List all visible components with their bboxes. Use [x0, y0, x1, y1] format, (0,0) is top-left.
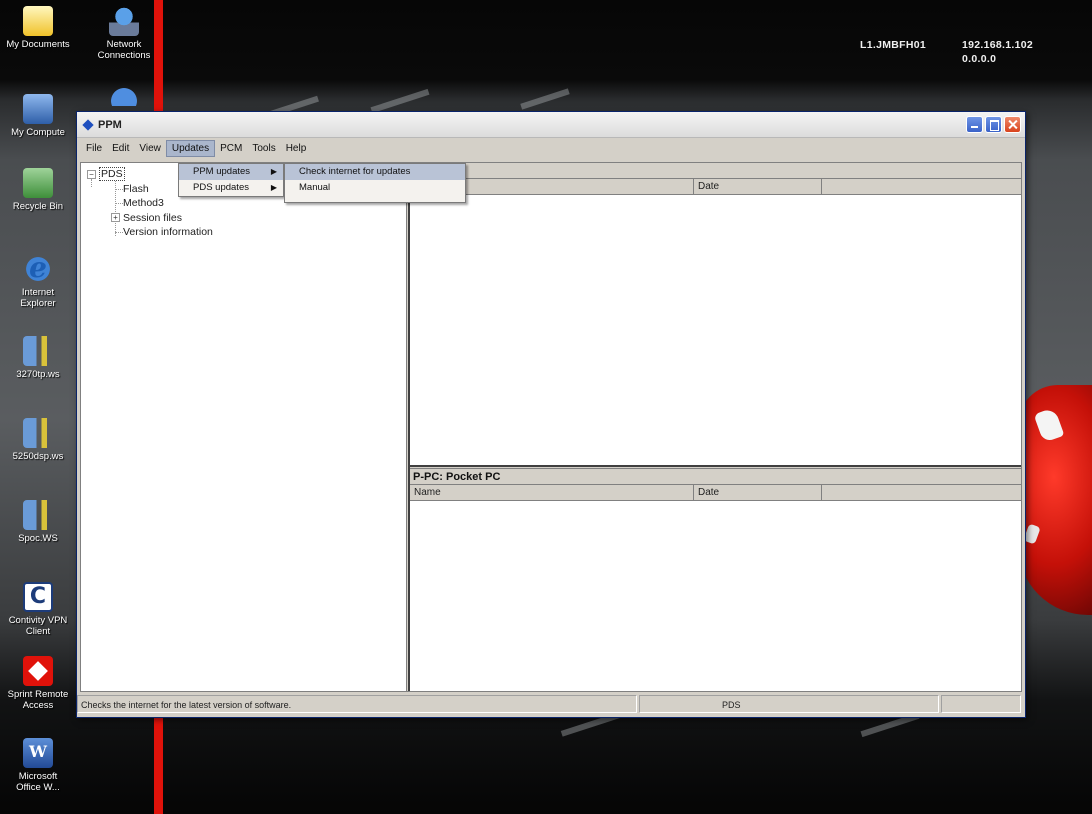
- bottom-panel-title: P-PC: Pocket PC: [410, 469, 1021, 485]
- menu-pcm[interactable]: PCM: [215, 141, 247, 156]
- menu-updates[interactable]: Updates: [165, 139, 216, 157]
- menu-item-label: PDS updates: [193, 182, 249, 193]
- app-icon: [81, 118, 95, 132]
- window-controls: [966, 116, 1025, 133]
- menu-bar: File Edit View Updates PCM Tools Help: [77, 138, 1025, 158]
- desktop-icon-label: My Documents: [6, 39, 70, 50]
- desktop-icon-contivity-vpn[interactable]: Contivity VPN Client: [0, 582, 76, 637]
- tree-node-method3[interactable]: Method3: [87, 196, 213, 211]
- desktop-icon-recycle-bin[interactable]: Recycle Bin: [0, 168, 76, 212]
- desktop-icon-label: Sprint Remote Access: [7, 689, 69, 711]
- bottom-column-headers: Name Date: [410, 485, 1021, 501]
- ppm-window: PPM File Edit View Updates PCM Tools Hel…: [76, 111, 1026, 718]
- desktop-icon-partial[interactable]: [86, 86, 162, 106]
- desktop-icon-microsoft-office-word[interactable]: Microsoft Office W...: [0, 738, 76, 793]
- vpn-client-icon: [23, 582, 53, 612]
- ip-address: 192.168.1.102 0.0.0.0: [962, 38, 1033, 66]
- right-pane: Date P-PC: Pocket PC Name Date: [410, 163, 1021, 691]
- top-panel-header: [410, 163, 1021, 179]
- desktop-icon-3270tp[interactable]: 3270tp.ws: [0, 336, 76, 380]
- minimize-icon[interactable]: [966, 116, 983, 133]
- shortcut-icon: [23, 500, 53, 530]
- internet-explorer-icon: [23, 251, 53, 284]
- status-extra: [941, 695, 1021, 713]
- status-bar: Checks the internet for the latest versi…: [77, 695, 1025, 715]
- collapse-icon[interactable]: −: [87, 169, 96, 179]
- updates-dropdown: PPM updates ▶ PDS updates ▶: [178, 163, 284, 197]
- close-icon[interactable]: [1004, 116, 1021, 133]
- desktop-icon-label: 5250dsp.ws: [12, 451, 64, 462]
- ip-mask: 0.0.0.0: [962, 53, 997, 65]
- top-column-headers: Date: [410, 179, 1021, 195]
- client-area: − PDS Flash Method3 + Session files Versio…: [80, 162, 1022, 692]
- desktop-icon-my-documents[interactable]: My Documents: [0, 6, 76, 50]
- status-mode: PDS: [639, 695, 939, 713]
- desktop-icon-network-connections[interactable]: Network Connections: [86, 6, 162, 61]
- menu-help[interactable]: Help: [281, 141, 312, 156]
- tree-node-label: Session files: [123, 211, 182, 224]
- column-header-extra[interactable]: [822, 179, 1019, 194]
- column-header-date[interactable]: Date: [694, 485, 822, 500]
- word-icon: [23, 738, 53, 768]
- desktop-icon-label: Network Connections: [97, 39, 151, 61]
- desktop-icon-spoc[interactable]: Spoc.WS: [0, 500, 76, 544]
- desktop-icon-label: Microsoft Office W...: [16, 771, 60, 793]
- menu-file[interactable]: File: [81, 141, 107, 156]
- recycle-bin-icon: [23, 168, 53, 198]
- desktop-icon-5250dsp[interactable]: 5250dsp.ws: [0, 418, 76, 462]
- desktop-icon-label: Internet Explorer: [20, 287, 56, 309]
- title-bar[interactable]: PPM: [77, 112, 1025, 138]
- wallpaper-streak: [370, 88, 430, 114]
- wallpaper-streak: [520, 88, 570, 110]
- shortcut-icon: [23, 418, 53, 448]
- submenu-arrow-icon: ▶: [270, 183, 277, 192]
- wallpaper-red-shape: [1018, 385, 1092, 615]
- globe-icon: [109, 86, 139, 106]
- desktop-icon-internet-explorer[interactable]: Internet Explorer: [0, 251, 76, 309]
- desktop-icon-label: Contivity VPN Client: [8, 615, 68, 637]
- desktop-icon-label: Recycle Bin: [12, 201, 64, 212]
- menu-item-check-internet-for-updates[interactable]: Check internet for updates: [285, 164, 465, 180]
- bottom-list[interactable]: [410, 501, 1021, 673]
- column-header-date[interactable]: Date: [694, 179, 822, 194]
- status-message: Checks the internet for the latest versi…: [77, 695, 637, 713]
- computer-icon: [23, 94, 53, 124]
- menu-item-ppm-updates[interactable]: PPM updates ▶: [179, 164, 283, 180]
- desktop-icon-my-computer[interactable]: My Compute: [0, 94, 76, 138]
- tree-pane[interactable]: − PDS Flash Method3 + Session files Versio…: [81, 163, 406, 691]
- ip-addr: 192.168.1.102: [962, 39, 1034, 51]
- shortcut-icon: [23, 336, 53, 366]
- submenu-arrow-icon: ▶: [270, 167, 277, 176]
- menu-edit[interactable]: Edit: [107, 141, 134, 156]
- tree-node-session-files[interactable]: + Session files: [87, 211, 213, 226]
- sprint-icon: [23, 656, 53, 686]
- desktop-icon-label: 3270tp.ws: [16, 369, 60, 380]
- menu-item-manual[interactable]: Manual: [285, 180, 465, 196]
- desktop-icon-label: My Compute: [11, 127, 65, 138]
- folder-icon: [23, 6, 53, 36]
- menu-view[interactable]: View: [134, 141, 166, 156]
- ppm-updates-submenu: Check internet for updates Manual: [284, 163, 466, 203]
- window-title: PPM: [98, 118, 122, 131]
- desktop-icon-label: Spoc.WS: [18, 533, 58, 544]
- expand-icon[interactable]: +: [111, 213, 120, 223]
- tree-node-label: PDS: [99, 167, 125, 181]
- column-header-name[interactable]: Name: [410, 485, 694, 500]
- menu-item-pds-updates[interactable]: PDS updates ▶: [179, 180, 283, 196]
- column-header-extra[interactable]: [822, 485, 1019, 500]
- menu-tools[interactable]: Tools: [247, 141, 280, 156]
- top-list[interactable]: [410, 195, 1021, 465]
- ip-label: L1.JMBFH01: [860, 39, 927, 51]
- menu-item-label: PPM updates: [193, 166, 251, 177]
- tree-node-version-information[interactable]: Version information: [87, 225, 213, 240]
- maximize-icon[interactable]: [985, 116, 1002, 133]
- network-icon: [109, 6, 139, 36]
- desktop-icon-sprint-remote-access[interactable]: Sprint Remote Access: [0, 656, 76, 711]
